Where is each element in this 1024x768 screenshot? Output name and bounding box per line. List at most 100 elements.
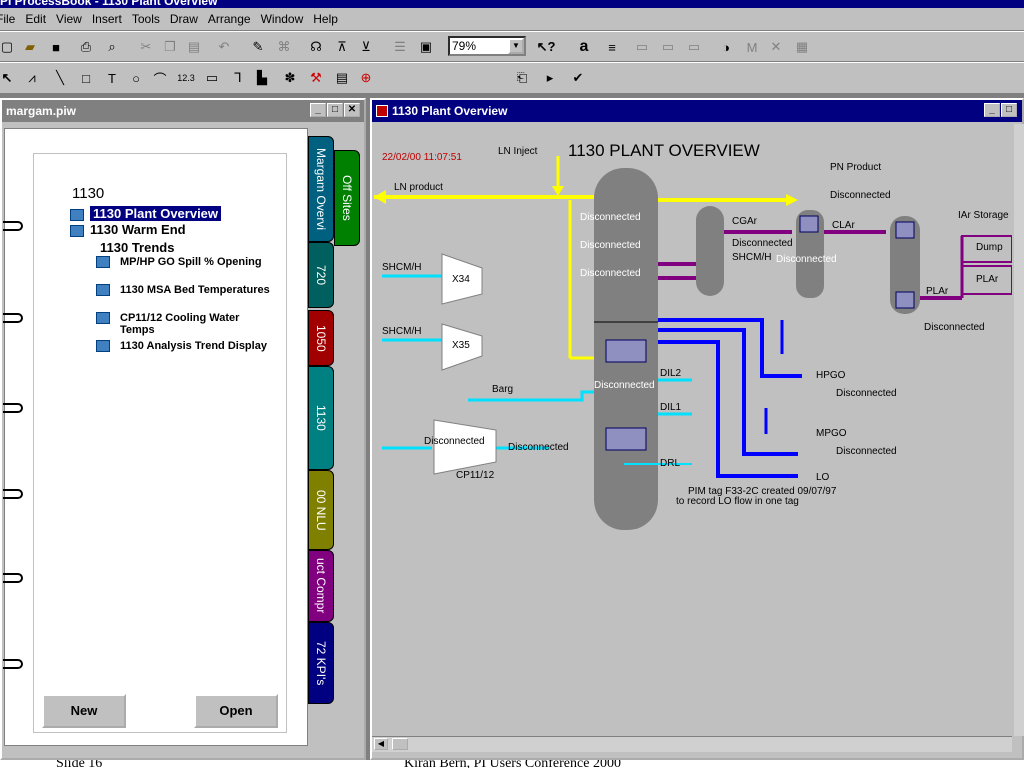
trend2-icon[interactable]: ⊻ xyxy=(356,37,376,57)
print-icon[interactable]: ⎙ xyxy=(76,37,96,57)
new-file-icon[interactable]: ▢ xyxy=(0,37,14,57)
menu-tools[interactable]: Tools xyxy=(127,12,165,26)
tools-icon[interactable]: ⚒ xyxy=(306,68,326,88)
menu-arrange[interactable]: Arrange xyxy=(203,12,256,26)
maximize-icon[interactable]: □ xyxy=(327,103,343,117)
trend-icon[interactable]: ⊼ xyxy=(332,37,352,57)
find-icon[interactable]: ⌘ xyxy=(274,37,294,57)
trend-tool-icon[interactable]: ▙ xyxy=(252,68,272,88)
chart-icon[interactable]: ▤ xyxy=(332,68,352,88)
image-icon[interactable]: ▣ xyxy=(416,37,436,57)
tree-item-trend[interactable]: 1130 Analysis Trend Display xyxy=(96,340,276,352)
tree-item-trends[interactable]: 1130 Trends xyxy=(100,240,174,255)
vertical-scrollbar[interactable] xyxy=(1014,124,1024,736)
value-tool-icon[interactable]: 12.3 xyxy=(174,68,198,88)
tab-off-sites[interactable]: Off Sites xyxy=(334,150,360,246)
menu-help[interactable]: Help xyxy=(308,12,343,26)
save-icon[interactable]: ■ xyxy=(46,37,66,57)
lo-label: LO xyxy=(816,472,830,483)
minimize-icon[interactable]: _ xyxy=(310,103,326,117)
run-icon[interactable]: ☊ xyxy=(306,37,326,57)
dil1-label: DIL1 xyxy=(660,402,682,413)
tree-item-trend[interactable]: 1130 MSA Bed Temperatures xyxy=(96,284,276,296)
help-pointer-icon[interactable]: ↖? xyxy=(536,37,556,57)
pn-status: Disconnected xyxy=(830,190,891,201)
order-icon[interactable]: ▭ xyxy=(684,37,704,57)
print-preview-icon[interactable]: ⌕ xyxy=(102,37,122,57)
drl-label: DRL xyxy=(660,458,681,469)
tab-720[interactable]: 720 xyxy=(308,242,334,308)
build-icon[interactable]: ⎗ xyxy=(512,68,532,88)
notebook-window: margam.piw _ □ ✕ 1130 1130 Plant Overvie… xyxy=(0,98,366,760)
menu-file[interactable]: File xyxy=(0,12,20,26)
minimize-icon[interactable]: _ xyxy=(984,103,1000,117)
chevron-down-icon[interactable]: ▼ xyxy=(508,38,524,54)
scroll-thumb[interactable] xyxy=(392,738,408,750)
menu-insert[interactable]: Insert xyxy=(87,12,127,26)
select-arrow-icon[interactable]: ↖ xyxy=(0,68,14,88)
delete-icon[interactable]: ✕ xyxy=(766,37,786,57)
properties-icon[interactable]: ▦ xyxy=(792,37,812,57)
mpgo-line xyxy=(658,328,798,456)
x35-units: SHCM/H xyxy=(382,326,422,337)
format-painter-icon[interactable]: ✎ xyxy=(248,37,268,57)
tab-nlu[interactable]: 00 NLU xyxy=(308,470,334,550)
zoom-value: 79% xyxy=(452,39,477,53)
connector-tool-icon[interactable]: Ꞁ xyxy=(228,68,248,88)
tree-item-warm-end[interactable]: 1130 Warm End xyxy=(70,222,186,237)
horizontal-scrollbar[interactable]: ◀ xyxy=(372,736,1012,752)
group-icon[interactable]: ▭ xyxy=(632,37,652,57)
tab-1130[interactable]: 1130 xyxy=(308,366,334,470)
color-icon[interactable]: ◑ xyxy=(716,37,736,57)
ungroup-icon[interactable]: ▭ xyxy=(658,37,678,57)
close-icon[interactable]: ✕ xyxy=(344,103,360,117)
zoom-select[interactable]: 79% ▼ xyxy=(448,36,526,56)
copy-icon[interactable]: ❐ xyxy=(160,37,180,57)
open-folder-icon[interactable]: ▰ xyxy=(20,37,40,57)
maximize-icon[interactable]: □ xyxy=(1001,103,1017,117)
tree-item-plant-overview[interactable]: 1130 Plant Overview xyxy=(70,206,222,221)
page-title: 1130 PLANT OVERVIEW xyxy=(568,141,760,160)
menu-draw[interactable]: Draw xyxy=(165,12,203,26)
edit-shape-icon[interactable]: ⩘ xyxy=(22,68,42,88)
column-status: Disconnected xyxy=(580,240,641,251)
run-mode-icon[interactable]: ✔ xyxy=(568,68,588,88)
tab-kpis[interactable]: 72 KPI's xyxy=(308,622,334,704)
menu-window[interactable]: Window xyxy=(256,12,309,26)
scroll-left-icon[interactable]: ◀ xyxy=(374,738,388,750)
arc-tool-icon[interactable]: ⌒ xyxy=(150,68,170,88)
new-button[interactable]: New xyxy=(42,694,126,728)
display-title-bar: 1130 Plant Overview _ □ xyxy=(372,100,1022,122)
rectangle-tool-icon[interactable]: □ xyxy=(76,68,96,88)
play-icon[interactable]: ▸ xyxy=(540,68,560,88)
timestamp: 22/02/00 11:07:51 xyxy=(382,152,462,163)
grid-icon[interactable]: ☰ xyxy=(390,37,410,57)
binder-ring xyxy=(3,659,23,669)
text-icon[interactable]: a xyxy=(574,37,594,57)
display-icon xyxy=(96,256,110,268)
binder-ring xyxy=(3,573,23,583)
clar-label: CLAr xyxy=(832,220,855,231)
ln-inject-label: LN Inject xyxy=(498,146,538,157)
text-tool-icon[interactable]: T xyxy=(102,68,122,88)
open-button[interactable]: Open xyxy=(194,694,278,728)
tab-product-compr[interactable]: uct Compr xyxy=(308,550,334,622)
line-tool-icon[interactable]: ╲ xyxy=(50,68,70,88)
cp1112-pump xyxy=(433,419,497,475)
line-weight-icon[interactable]: ≡ xyxy=(602,37,622,57)
tab-margam-overview[interactable]: Margam Overvi xyxy=(308,136,334,242)
tree-item-trend[interactable]: MP/HP GO Spill % Opening xyxy=(96,256,276,268)
ellipse-tool-icon[interactable]: ○ xyxy=(126,68,146,88)
undo-icon[interactable]: ↶ xyxy=(214,37,234,57)
menu-view[interactable]: View xyxy=(51,12,87,26)
cut-icon[interactable]: ✂ xyxy=(136,37,156,57)
paste-icon[interactable]: ▤ xyxy=(184,37,204,57)
tree-item-trend[interactable]: CP11/12 Cooling Water Temps xyxy=(96,312,276,336)
menu-edit[interactable]: Edit xyxy=(20,12,51,26)
bar-tool-icon[interactable]: ▭ xyxy=(202,68,222,88)
tab-1050[interactable]: 1050 xyxy=(308,310,334,366)
target-icon[interactable]: ⊕ xyxy=(356,68,376,88)
macro-icon[interactable]: M xyxy=(742,37,762,57)
clar-bed xyxy=(799,215,819,233)
symbol-tool-icon[interactable]: ✽ xyxy=(280,68,300,88)
